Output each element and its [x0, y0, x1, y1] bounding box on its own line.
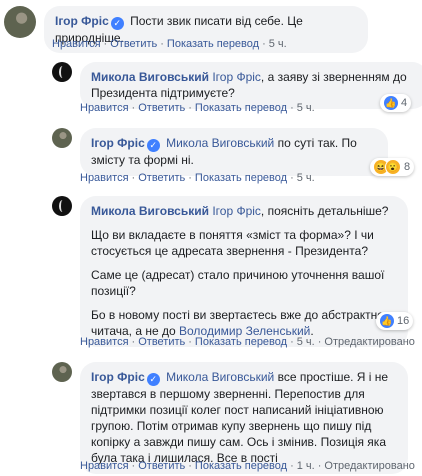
mention-link[interactable]: Микола Виговський: [166, 370, 274, 384]
comment-bubble: Ігор Фріс ✓ Микола Виговський по суті так…: [80, 128, 388, 176]
comment-text: все простіше. Я і не звертався в першому…: [91, 370, 389, 465]
reaction-number: 4: [401, 97, 408, 109]
translate-link[interactable]: Показать перевод: [195, 336, 287, 348]
like-reaction-icon: 👍: [384, 96, 398, 110]
comment-paragraph: Саме це (адресат) стало причиною уточнен…: [91, 268, 385, 298]
comment-actions: Нравится · Ответить · Показать перевод · 5 ч.: [80, 172, 315, 184]
comment-bubble: Микола Виговський Ігор Фріс, поясніть де…: [80, 196, 408, 347]
comment-author[interactable]: Ігор Фріс: [55, 14, 109, 28]
comment-author[interactable]: Ігор Фріс: [91, 136, 145, 150]
like-link[interactable]: Нравится: [80, 172, 129, 184]
like-link[interactable]: Нравится: [52, 38, 101, 50]
timestamp[interactable]: 5 ч.: [297, 336, 315, 348]
avatar[interactable]: [52, 128, 72, 148]
timestamp[interactable]: 5 ч.: [297, 172, 315, 184]
comment-actions: Нравится · Ответить · Показать перевод · 5 ч. ·…: [80, 336, 415, 348]
verified-badge-icon: ✓: [146, 139, 160, 152]
translate-link[interactable]: Показать перевод: [167, 38, 259, 50]
timestamp[interactable]: 5 ч.: [269, 38, 287, 50]
reply-comment: Ігор Фріс ✓ Микола Виговський по суті так…: [52, 128, 388, 176]
avatar[interactable]: [4, 6, 36, 38]
like-link[interactable]: Нравится: [80, 336, 129, 348]
like-reaction-icon: 👍: [380, 314, 394, 328]
reply-link[interactable]: Ответить: [138, 460, 185, 472]
comment-actions: Нравится · Ответить · Показать перевод · 5 ч.: [80, 102, 315, 114]
reply-link[interactable]: Ответить: [138, 102, 185, 114]
comment-author[interactable]: Микола Виговський: [91, 204, 209, 218]
reaction-count[interactable]: 😆 😮 8: [370, 158, 415, 176]
comment-text: , поясніть детальніше?: [260, 204, 389, 218]
avatar[interactable]: [52, 196, 72, 216]
reaction-count[interactable]: 👍 16: [376, 312, 414, 330]
comment-actions: Нравится · Ответить · Показать перевод · 1 ч. ·…: [80, 460, 415, 472]
translate-link[interactable]: Показать перевод: [195, 460, 287, 472]
translate-link[interactable]: Показать перевод: [195, 102, 287, 114]
mention-link[interactable]: Ігор Фріс: [212, 204, 261, 218]
timestamp[interactable]: 5 ч.: [297, 102, 315, 114]
wow-reaction-icon: 😮: [385, 159, 401, 175]
reply-link[interactable]: Ответить: [138, 172, 185, 184]
comment-author[interactable]: Микола Виговський: [91, 70, 209, 84]
comment-paragraph: Бо в новому пості ви звертаєтесь вже до …: [91, 307, 397, 339]
reply-link[interactable]: Ответить: [138, 336, 185, 348]
avatar[interactable]: [52, 62, 72, 82]
reaction-number: 16: [397, 315, 410, 327]
verified-badge-icon: ✓: [110, 17, 124, 30]
like-link[interactable]: Нравится: [80, 460, 129, 472]
verified-badge-icon: ✓: [146, 373, 160, 386]
reply-comment: Микола Виговський Ігор Фріс, поясніть де…: [52, 196, 408, 347]
like-link[interactable]: Нравится: [80, 102, 129, 114]
avatar[interactable]: [52, 362, 72, 382]
comment-author[interactable]: Ігор Фріс: [91, 370, 145, 384]
edited-label[interactable]: Отредактировано: [324, 336, 415, 348]
edited-label[interactable]: Отредактировано: [324, 460, 415, 472]
timestamp[interactable]: 1 ч.: [297, 460, 315, 472]
reaction-count[interactable]: 👍 4: [380, 94, 412, 112]
comment-paragraph: Микола Виговський Ігор Фріс, поясніть де…: [91, 203, 397, 219]
comment-actions: Нравится · Ответить · Показать перевод · 5 ч.: [52, 38, 287, 50]
reply-comment: Ігор Фріс ✓ Микола Виговський все простіш…: [52, 362, 408, 474]
comment-bubble: Ігор Фріс ✓ Микола Виговський все простіш…: [80, 362, 408, 474]
mention-link[interactable]: Ігор Фріс: [212, 70, 261, 84]
reply-link[interactable]: Ответить: [110, 38, 157, 50]
translate-link[interactable]: Показать перевод: [195, 172, 287, 184]
comment-paragraph: Що ви вкладаєте в поняття «зміст та форм…: [91, 228, 374, 258]
reaction-number: 8: [404, 161, 411, 173]
mention-link[interactable]: Микола Виговський: [166, 136, 274, 150]
